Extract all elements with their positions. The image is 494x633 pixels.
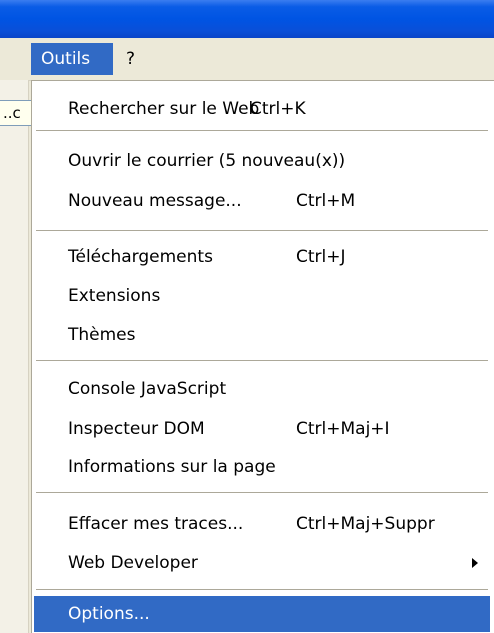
menu-item-label: Informations sur la page: [68, 457, 276, 477]
menu-item-label: Téléchargements: [68, 247, 213, 267]
menu-item-open-mail[interactable]: Ouvrir le courrier (5 nouveau(x)): [34, 143, 490, 179]
menu-item-label: Ouvrir le courrier (5 nouveau(x)): [68, 151, 346, 171]
menu-separator: [36, 230, 488, 231]
menu-outils[interactable]: Outils: [31, 43, 113, 75]
menu-item-label: Thèmes: [68, 325, 136, 345]
menu-item-search-web[interactable]: Rechercher sur le Web Ctrl+K: [34, 91, 490, 127]
menu-item-dom-inspector[interactable]: Inspecteur DOM Ctrl+Maj+I: [34, 411, 490, 447]
menu-item-extensions[interactable]: Extensions: [34, 278, 490, 314]
menu-item-clear-traces[interactable]: Effacer mes traces... Ctrl+Maj+Suppr: [34, 506, 490, 542]
menu-item-label: Console JavaScript: [68, 379, 227, 399]
background-window-strip: [0, 80, 29, 633]
menu-item-label: Nouveau message...: [68, 191, 242, 211]
menu-item-shortcut: Ctrl+K: [250, 99, 306, 119]
menu-separator: [36, 589, 488, 590]
menu-item-shortcut: Ctrl+Maj+Suppr: [296, 514, 435, 534]
menu-help[interactable]: ?: [116, 43, 146, 75]
menu-item-downloads[interactable]: Téléchargements Ctrl+J: [34, 239, 490, 275]
menu-item-themes[interactable]: Thèmes: [34, 317, 490, 353]
menu-bar: Outils ?: [0, 38, 494, 81]
menu-item-label: Inspecteur DOM: [68, 419, 205, 439]
menu-separator: [36, 492, 488, 493]
address-field-fragment[interactable]: ..c: [0, 100, 32, 126]
menu-item-shortcut: Ctrl+J: [296, 247, 346, 267]
menu-help-label: ?: [126, 49, 136, 69]
menu-outils-label: Outils: [41, 49, 91, 69]
menu-item-js-console[interactable]: Console JavaScript: [34, 371, 490, 407]
submenu-arrow-icon: [472, 558, 478, 568]
menu-separator: [36, 130, 488, 131]
menu-item-label: Extensions: [68, 286, 161, 306]
menu-item-label: Rechercher sur le Web: [68, 99, 260, 119]
menu-item-label: Options...: [68, 604, 150, 624]
menu-item-label: Web Developer: [68, 553, 198, 573]
menu-separator: [36, 360, 488, 361]
menu-item-shortcut: Ctrl+Maj+I: [296, 419, 390, 439]
menu-item-new-message[interactable]: Nouveau message... Ctrl+M: [34, 183, 490, 219]
menu-item-web-developer[interactable]: Web Developer: [34, 545, 490, 581]
menu-item-options[interactable]: Options...: [34, 596, 490, 632]
menu-item-shortcut: Ctrl+M: [296, 191, 356, 211]
menu-item-label: Effacer mes traces...: [68, 514, 244, 534]
window-title-bar[interactable]: [0, 0, 494, 38]
tools-dropdown-menu: Rechercher sur le Web Ctrl+K Ouvrir le c…: [31, 80, 494, 633]
address-field-text: ..c: [3, 104, 21, 122]
menu-item-page-info[interactable]: Informations sur la page: [34, 449, 490, 485]
